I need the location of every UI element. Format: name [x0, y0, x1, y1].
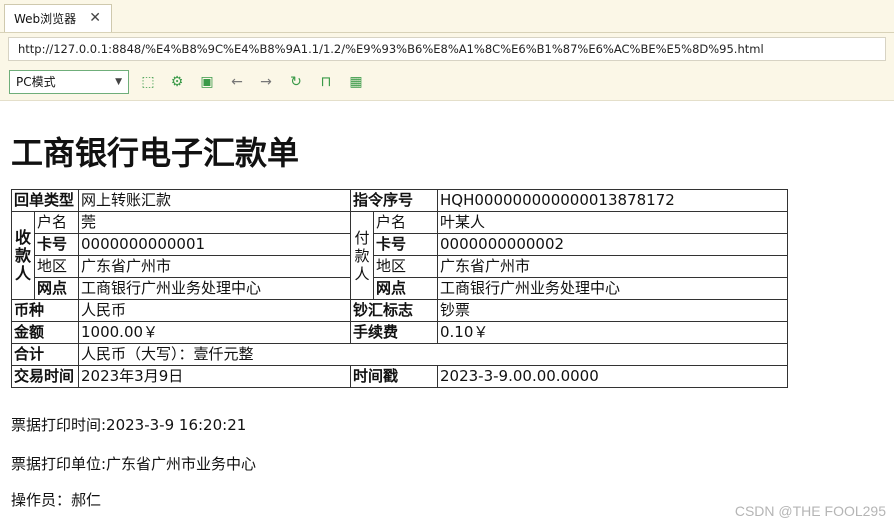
tab-bar: Web浏览器 ✕ — [0, 0, 894, 33]
remittance-table: 回单类型 网上转账汇款 指令序号 HQH00000000000001387817… — [11, 189, 788, 388]
table-row: 回单类型 网上转账汇款 指令序号 HQH00000000000001387817… — [11, 189, 788, 212]
refresh-icon[interactable]: ↻ — [286, 72, 306, 92]
qrcode-icon[interactable]: ▦ — [346, 72, 366, 92]
stamp-label: 时间戳 — [350, 365, 438, 388]
lock-icon[interactable]: ⊓ — [316, 72, 336, 92]
address-bar-row: http://127.0.0.1:8848/%E4%B8%9C%E4%B8%9A… — [0, 33, 894, 66]
payee-name: 莞 — [78, 211, 351, 234]
payer-card-label: 卡号 — [373, 233, 438, 256]
payee-label: 收款人 — [11, 211, 35, 300]
cash-label: 钞汇标志 — [350, 299, 438, 322]
dropdown-arrow-icon: ▼ — [115, 77, 122, 87]
forward-icon[interactable]: → — [256, 72, 276, 92]
terminal-icon[interactable]: ▣ — [197, 72, 217, 92]
cash-value: 钞票 — [437, 299, 788, 322]
payer-branch-label: 网点 — [373, 277, 438, 300]
table-row: 合计 人民币（大写）：壹仟元整 — [11, 343, 788, 366]
payee-region-label: 地区 — [34, 255, 79, 278]
print-unit: 票据打印单位:广东省广州市业务中心 — [11, 455, 257, 473]
payee-name-label: 户名 — [34, 211, 79, 234]
mode-select[interactable]: PC模式 ▼ — [9, 70, 129, 94]
table-row: 收款人 户名 莞 付款人 户名 叶某人 — [11, 211, 788, 300]
toolbar: PC模式 ▼ ⬚ ⚙ ▣ ← → ↻ ⊓ ▦ — [0, 66, 894, 101]
total-label: 合计 — [11, 343, 79, 366]
payee-region: 广东省广州市 — [78, 255, 351, 278]
payer-name: 叶某人 — [437, 211, 788, 234]
operator: 操作员：郝仁 — [11, 491, 102, 509]
payer-region-label: 地区 — [373, 255, 438, 278]
total-value: 人民币（大写）：壹仟元整 — [78, 343, 788, 366]
payer-card: 0000000000002 — [437, 233, 788, 256]
type-label: 回单类型 — [11, 189, 79, 212]
amount-label: 金额 — [11, 321, 79, 344]
payer-name-label: 户名 — [373, 211, 438, 234]
watermark: CSDN @THE FOOL295 — [734, 503, 886, 519]
order-label: 指令序号 — [350, 189, 438, 212]
settings-icon[interactable]: ⚙ — [167, 72, 187, 92]
mode-select-value: PC模式 — [16, 75, 56, 89]
type-value: 网上转账汇款 — [78, 189, 351, 212]
stamp-value: 2023-3-9.00.00.0000 — [437, 365, 788, 388]
browser-tab[interactable]: Web浏览器 ✕ — [4, 4, 112, 32]
page-content: 工商银行电子汇款单 回单类型 网上转账汇款 指令序号 HQH0000000000… — [0, 101, 894, 527]
payer-region: 广东省广州市 — [437, 255, 788, 278]
time-value: 2023年3月9日 — [78, 365, 351, 388]
address-bar[interactable]: http://127.0.0.1:8848/%E4%B8%9C%E4%B8%9A… — [8, 37, 886, 61]
close-icon[interactable]: ✕ — [89, 10, 101, 26]
table-row: 币种 人民币 钞汇标志 钞票 — [11, 299, 788, 322]
page-title: 工商银行电子汇款单 — [11, 134, 300, 172]
amount-value: 1000.00￥ — [78, 321, 351, 344]
time-label: 交易时间 — [11, 365, 79, 388]
currency-label: 币种 — [11, 299, 79, 322]
payee-branch-label: 网点 — [34, 277, 79, 300]
payee-card: 0000000000001 — [78, 233, 351, 256]
payer-label: 付款人 — [350, 211, 374, 300]
back-icon[interactable]: ← — [227, 72, 247, 92]
payer-branch: 工商银行广州业务处理中心 — [437, 277, 788, 300]
tab-title: Web浏览器 — [14, 12, 77, 26]
payee-branch: 工商银行广州业务处理中心 — [78, 277, 351, 300]
fee-value: 0.10￥ — [437, 321, 788, 344]
fee-label: 手续费 — [350, 321, 438, 344]
table-row: 网点 工商银行广州业务处理中心 网点 工商银行广州业务处理中心 — [12, 277, 788, 300]
order-value: HQH000000000000013878172 — [437, 189, 788, 212]
table-row: 地区 广东省广州市 地区 广东省广州市 — [12, 255, 788, 278]
payee-card-label: 卡号 — [34, 233, 79, 256]
table-row: 交易时间 2023年3月9日 时间戳 2023-3-9.00.00.0000 — [11, 365, 788, 388]
screenshot-icon[interactable]: ⬚ — [138, 72, 158, 92]
print-time: 票据打印时间:2023-3-9 16:20:21 — [11, 416, 247, 434]
table-row: 卡号 0000000000001 卡号 0000000000002 — [12, 233, 788, 256]
currency-value: 人民币 — [78, 299, 351, 322]
table-row: 金额 1000.00￥ 手续费 0.10￥ — [11, 321, 788, 344]
